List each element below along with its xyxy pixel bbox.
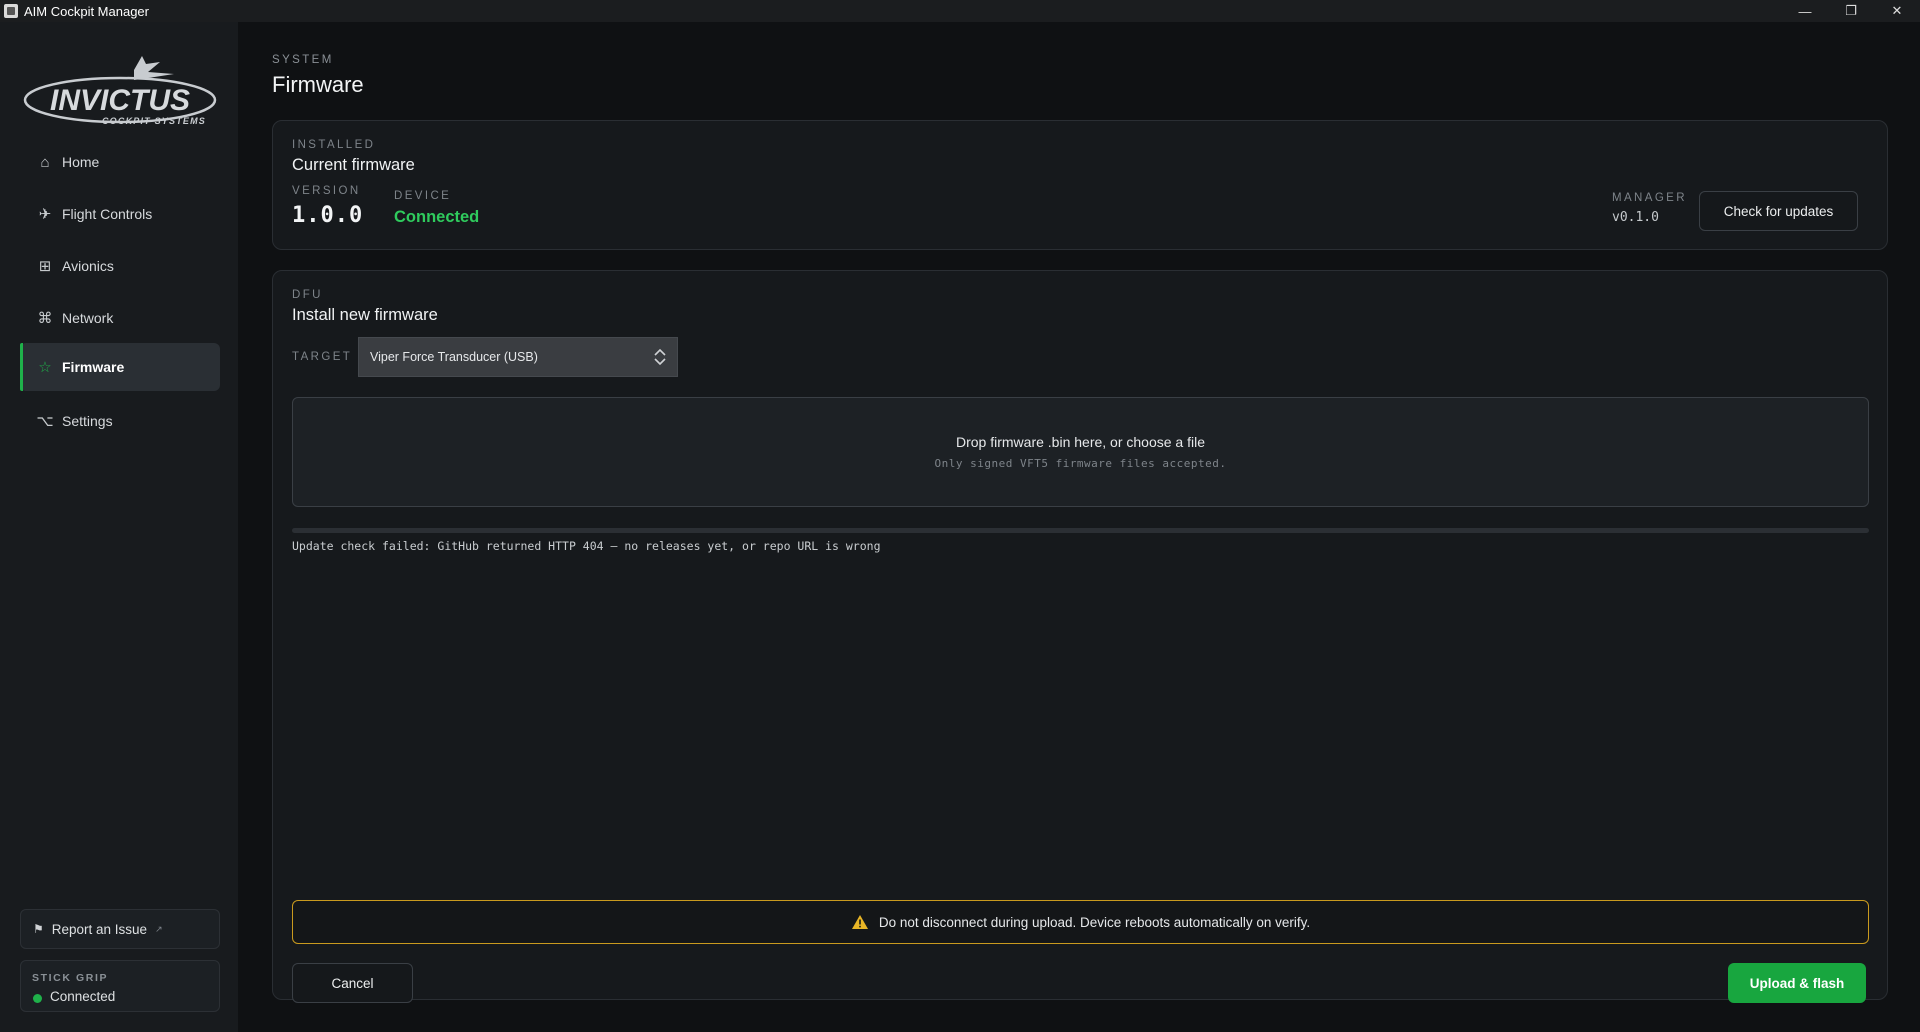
minimize-button[interactable]: — — [1782, 0, 1828, 22]
stick-grip-caption: STICK GRIP — [32, 972, 109, 984]
sidebar-item-network[interactable]: ⌘ Network — [20, 294, 220, 342]
option-icon: ⌥ — [36, 413, 54, 430]
stick-grip-status: STICK GRIP Connected — [20, 960, 220, 1012]
installed-title: Current firmware — [292, 156, 415, 174]
manager-version: v0.1.0 — [1612, 210, 1659, 225]
home-icon: ⌂ — [40, 153, 50, 171]
grid-icon: ⊞ — [38, 258, 52, 275]
app-icon — [4, 4, 18, 18]
restore-button[interactable]: ❐ — [1828, 0, 1874, 22]
sidebar-item-label: Flight Controls — [62, 206, 153, 222]
sidebar-item-avionics[interactable]: ⊞ Avionics — [20, 242, 220, 290]
check-for-updates-button[interactable]: Check for updates — [1699, 191, 1858, 231]
stick-grip-value: Connected — [50, 989, 116, 1004]
target-select[interactable]: Viper Force Transducer (USB) — [358, 337, 678, 377]
sidebar-item-label: Network — [62, 310, 114, 326]
section-kicker: SYSTEM — [272, 54, 334, 66]
target-label: TARGET — [292, 351, 353, 363]
flag-icon: ⚑ — [33, 922, 44, 936]
dropzone-hint: Only signed VFT5 firmware files accepted… — [934, 457, 1227, 470]
airplane-icon: ✈ — [38, 206, 52, 223]
sidebar-item-flight-controls[interactable]: ✈ Flight Controls — [20, 190, 220, 238]
sidebar-item-label: Home — [62, 154, 100, 170]
main-content: SYSTEM Firmware INSTALLED Current firmwa… — [238, 22, 1920, 1032]
manager-label: MANAGER — [1612, 192, 1687, 204]
status-message: Update check failed: GitHub returned HTT… — [292, 539, 881, 553]
sidebar: INVICTUS COCKPIT SYSTEMS ⌂ Home ✈ Flight… — [0, 22, 238, 1032]
window-title: AIM Cockpit Manager — [24, 3, 149, 19]
window-titlebar: AIM Cockpit Manager — ❐ ✕ — [0, 0, 1920, 22]
command-icon: ⌘ — [37, 310, 53, 327]
upload-progress-bar — [292, 528, 1869, 533]
install-firmware-card: DFU Install new firmware TARGET Viper Fo… — [272, 270, 1888, 1003]
logo-tagline: COCKPIT SYSTEMS — [102, 116, 206, 126]
warning-icon — [851, 915, 868, 929]
sidebar-item-label: Settings — [62, 413, 113, 429]
cancel-button[interactable]: Cancel — [292, 963, 413, 1003]
warning-banner: Do not disconnect during upload. Device … — [292, 900, 1869, 944]
report-issue-label: Report an Issue — [51, 921, 148, 937]
dfu-title: Install new firmware — [292, 306, 438, 324]
page-title: Firmware — [272, 72, 364, 97]
upload-flash-button[interactable]: Upload & flash — [1728, 963, 1866, 1003]
sidebar-item-home[interactable]: ⌂ Home — [20, 138, 220, 186]
select-chevron-icon — [654, 348, 666, 366]
star-icon: ☆ — [38, 359, 52, 376]
dropzone-text: Drop firmware .bin here, or choose a fil… — [956, 434, 1205, 450]
device-status: Connected — [394, 208, 480, 226]
version-label: VERSION — [292, 185, 361, 197]
device-label: DEVICE — [394, 190, 452, 202]
logo-wordmark: INVICTUS — [50, 84, 190, 117]
installed-firmware-card: INSTALLED Current firmware VERSION 1.0.0… — [272, 120, 1888, 250]
target-select-value: Viper Force Transducer (USB) — [370, 350, 538, 364]
target-row: TARGET Viper Force Transducer (USB) — [292, 337, 678, 377]
warning-text: Do not disconnect during upload. Device … — [878, 914, 1311, 930]
version-value: 1.0.0 — [292, 203, 364, 228]
invictus-logo: INVICTUS COCKPIT SYSTEMS — [23, 56, 217, 126]
sidebar-item-label: Avionics — [62, 258, 114, 274]
sidebar-item-firmware[interactable]: ☆ Firmware — [20, 343, 220, 391]
dfu-kicker: DFU — [292, 289, 323, 301]
sidebar-item-settings[interactable]: ⌥ Settings — [20, 397, 220, 445]
report-issue-button[interactable]: ⚑ Report an Issue ↗ — [20, 909, 220, 949]
external-link-icon: ↗ — [155, 923, 163, 934]
close-button[interactable]: ✕ — [1874, 0, 1920, 22]
sidebar-item-label: Firmware — [62, 359, 125, 375]
firmware-dropzone[interactable]: Drop firmware .bin here, or choose a fil… — [292, 397, 1869, 507]
installed-kicker: INSTALLED — [292, 139, 376, 151]
status-dot-icon — [33, 994, 42, 1003]
